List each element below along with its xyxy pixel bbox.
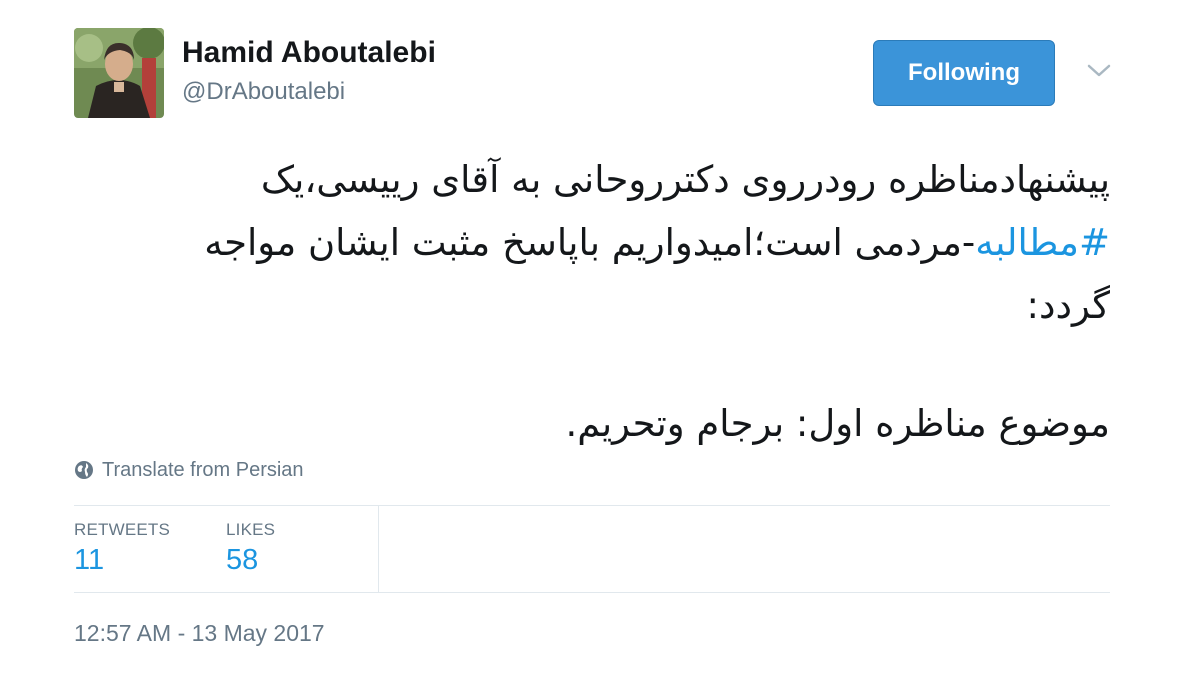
globe-icon [75, 461, 93, 479]
following-button[interactable]: Following [873, 40, 1055, 106]
translate-label: Translate from Persian [102, 458, 304, 481]
likes-label: LIKES [226, 520, 276, 539]
tweet-card: Hamid Aboutalebi @DrAboutalebi Following… [0, 0, 1200, 675]
translate-link[interactable]: Translate from Persian [74, 456, 304, 484]
chevron-down-icon[interactable] [1086, 60, 1112, 82]
tweet-line: #مطالبه-مردمی است؛امیدواریم باپاسخ مثبت … [120, 211, 1110, 274]
tweet-text: پیشنهادمناظره رودرروی دکترروحانی به آقای… [120, 148, 1110, 455]
tweet-line-text: -مردمی است؛امیدواریم باپاسخ مثبت ایشان م… [204, 221, 976, 264]
likes-count: 58 [226, 544, 259, 576]
author-name[interactable]: Hamid Aboutalebi [182, 36, 436, 70]
hashtag-link[interactable]: #مطالبه [975, 221, 1110, 264]
author-handle[interactable]: @DrAboutalebi [182, 78, 345, 106]
tweet-line: گردد: [1026, 284, 1110, 327]
avatar[interactable] [74, 28, 164, 118]
tweet-line: پیشنهادمناظره رودرروی دکترروحانی به آقای… [260, 158, 1110, 201]
avatar-photo [74, 28, 164, 118]
retweets-label: RETWEETS [74, 520, 171, 539]
stats-divider [378, 506, 379, 592]
likes-stat[interactable]: LIKES 58 [226, 520, 275, 577]
tweet-timestamp[interactable]: 12:57 AM - 13 May 2017 [74, 620, 325, 647]
retweets-count: 11 [74, 544, 105, 576]
tweet-line: موضوع مناظره اول: برجام وتحریم. [565, 402, 1110, 445]
tweet-stats: RETWEETS 11 LIKES 58 [74, 505, 1110, 593]
retweets-stat[interactable]: RETWEETS 11 [74, 520, 170, 577]
